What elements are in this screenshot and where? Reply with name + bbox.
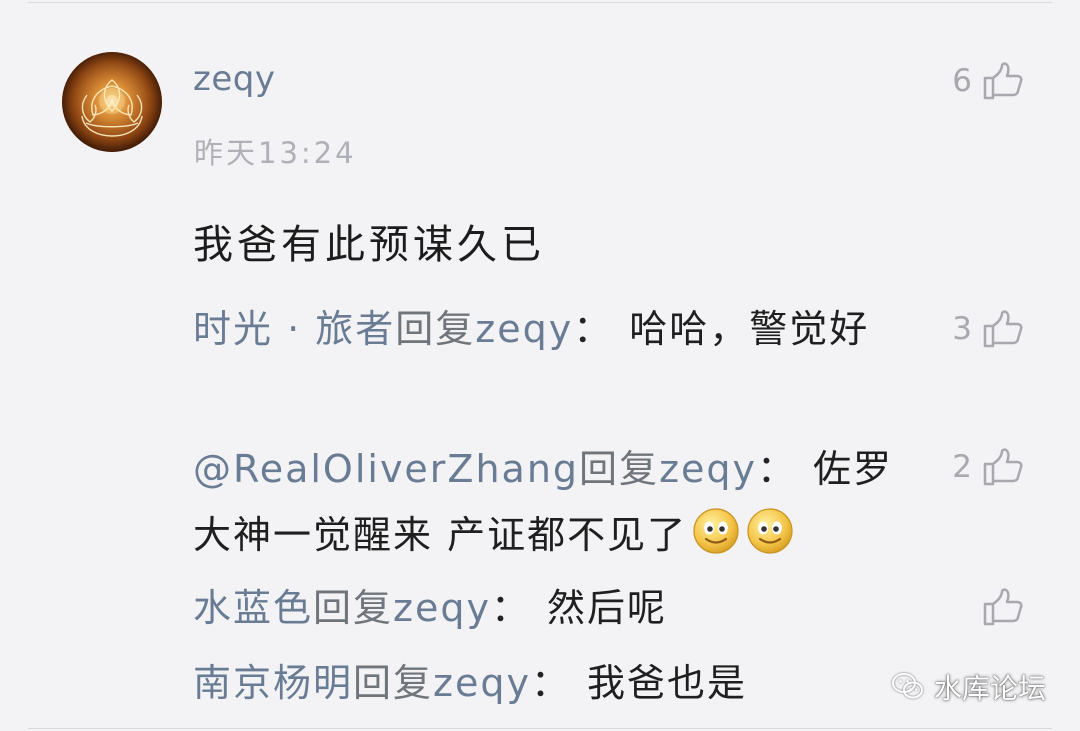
- reply-colon: ：: [530, 661, 571, 705]
- comment-text: 我爸有此预谋久已: [193, 222, 545, 268]
- reply-colon: ：: [490, 586, 531, 630]
- smiley-icon: [693, 508, 739, 554]
- reply-colon: ：: [573, 307, 614, 351]
- smiley-icon: [747, 508, 793, 554]
- wechat-icon: [891, 673, 923, 699]
- comment-like-count: 6: [952, 63, 972, 99]
- comment-time: 昨天13:24: [194, 136, 357, 170]
- reply-author[interactable]: 时光 · 旅者: [193, 307, 395, 351]
- watermark-label: 水库论坛: [933, 672, 1046, 705]
- avatar[interactable]: [62, 52, 162, 152]
- reply-target[interactable]: zeqy: [433, 661, 531, 705]
- reply-item: 南京杨明回复zeqy： 我爸也是: [193, 650, 913, 716]
- reply-verb: 回复: [579, 447, 660, 491]
- bottom-divider: [28, 728, 1052, 729]
- reply-author[interactable]: @RealOliverZhang: [193, 447, 579, 491]
- reply-verb: 回复: [353, 661, 434, 705]
- comment-author[interactable]: zeqy: [193, 59, 275, 99]
- reply-author[interactable]: 水蓝色: [193, 586, 313, 630]
- reply-verb: 回复: [395, 307, 476, 351]
- reply-author[interactable]: 南京杨明: [193, 661, 353, 705]
- reply-text: 哈哈，警觉好: [629, 307, 870, 351]
- thumbs-up-icon: [983, 588, 1023, 626]
- comment-like-button[interactable]: 6: [952, 60, 1024, 102]
- reply-text: 然后呢: [546, 586, 667, 630]
- reply-like-button[interactable]: [952, 586, 1024, 628]
- watermark: 水库论坛: [890, 667, 1046, 707]
- reply-item: @RealOliverZhang回复zeqy： 佐罗大神一觉醒来 产证都不见了: [193, 436, 913, 568]
- reply-like-count: 2: [952, 449, 972, 485]
- thumbs-up-icon: [983, 448, 1023, 486]
- reply-target[interactable]: zeqy: [659, 447, 757, 491]
- reply-item: 水蓝色回复zeqy： 然后呢: [193, 575, 913, 641]
- reply-like-button[interactable]: 2: [952, 446, 1024, 488]
- thumbs-up-icon: [983, 310, 1023, 348]
- reply-like-button[interactable]: 3: [952, 308, 1024, 350]
- reply-verb: 回复: [313, 586, 394, 630]
- reply-colon: ：: [757, 447, 798, 491]
- thumbs-up-icon: [983, 62, 1023, 100]
- reply-target[interactable]: zeqy: [393, 586, 491, 630]
- reply-item: 时光 · 旅者回复zeqy： 哈哈，警觉好: [193, 296, 913, 362]
- reply-text: 我爸也是: [586, 661, 747, 705]
- reply-target[interactable]: zeqy: [475, 307, 573, 351]
- top-divider: [28, 2, 1052, 3]
- reply-like-count: 3: [952, 311, 972, 347]
